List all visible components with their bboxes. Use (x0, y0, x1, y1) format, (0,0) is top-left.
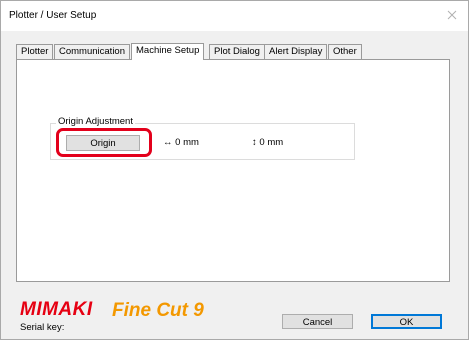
horizontal-offset-value: 0 mm (175, 137, 199, 148)
highlight-annotation (56, 128, 152, 157)
svg-text:Fine Cut 9: Fine Cut 9 (112, 300, 204, 321)
mimaki-finecut-logo: MIMAKI Fine Cut 9 (20, 299, 204, 321)
tab-plot-dialog[interactable]: Plot Dialog (209, 44, 265, 59)
tab-other[interactable]: Other (328, 44, 362, 59)
tab-plotter[interactable]: Plotter (16, 44, 54, 59)
window-title: Plotter / User Setup (9, 10, 97, 21)
tab-alert-display[interactable]: Alert Display (264, 44, 328, 59)
origin-adjustment-label: Origin Adjustment (56, 116, 135, 127)
tab-panel (16, 59, 450, 282)
vertical-offset-value: 0 mm (259, 137, 284, 148)
cancel-button[interactable]: Cancel (282, 314, 353, 329)
tab-machine-setup[interactable]: Machine Setup (131, 43, 205, 60)
title-bar: Plotter / User Setup (1, 1, 468, 31)
ok-button[interactable]: OK (371, 314, 442, 329)
svg-text:MIMAKI: MIMAKI (20, 299, 93, 320)
tab-communication[interactable]: Communication (54, 44, 130, 59)
horizontal-offset: ↔ 0 mm (163, 137, 199, 148)
serial-key-label: Serial key: (20, 322, 65, 333)
vertical-arrow-icon: ↕ (252, 137, 257, 148)
vertical-offset: ↕ 0 mm (252, 137, 283, 148)
horizontal-arrow-icon: ↔ (163, 137, 173, 148)
close-icon[interactable] (444, 7, 460, 23)
